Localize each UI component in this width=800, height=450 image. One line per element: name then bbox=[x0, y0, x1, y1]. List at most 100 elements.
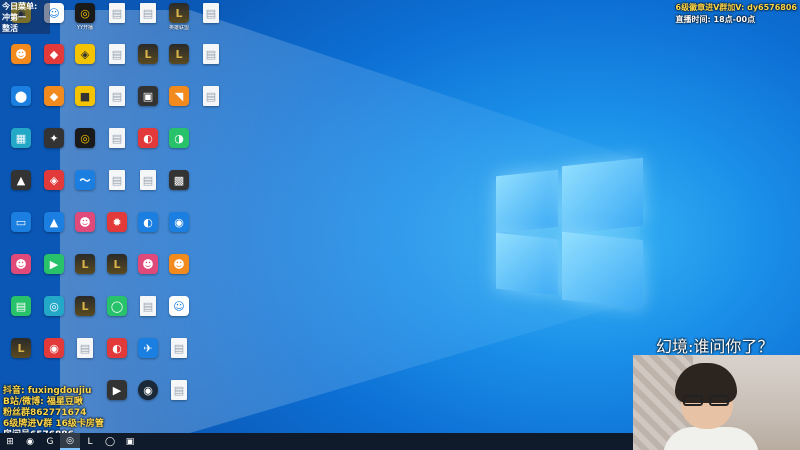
app-icon: ▤ bbox=[203, 3, 219, 23]
desktop-icon[interactable]: L bbox=[101, 254, 133, 292]
app-icon: ⬤ bbox=[11, 86, 31, 106]
glasses-icon bbox=[683, 395, 731, 407]
taskbar-app-orange[interactable]: ▣ bbox=[120, 433, 140, 450]
desktop-icon[interactable]: ▤ bbox=[132, 296, 164, 334]
desktop-icon[interactable]: ▶ bbox=[38, 254, 70, 292]
overlay-line: 抖音: fuxingdoujiu bbox=[3, 386, 92, 396]
desktop-icon[interactable]: ⬤ bbox=[5, 86, 37, 124]
desktop-icon[interactable]: ◐ bbox=[132, 128, 164, 166]
app-icon: ◆ bbox=[44, 86, 64, 106]
overlay-line: 6级徽章进V群加V: dy6576806 bbox=[675, 3, 797, 12]
app-icon: ▤ bbox=[203, 44, 219, 64]
app-icon: ☻ bbox=[138, 254, 158, 274]
streamer-body bbox=[663, 427, 759, 450]
app-icon: ◑ bbox=[169, 128, 189, 148]
desktop-icon[interactable]: ◎ bbox=[69, 128, 101, 166]
windows-logo-pane bbox=[496, 169, 558, 234]
app-icon: ▤ bbox=[140, 296, 156, 316]
windows-logo bbox=[496, 157, 643, 309]
taskbar-app-obs[interactable]: ◎ bbox=[60, 433, 80, 450]
start-button[interactable]: ⊞ bbox=[0, 433, 20, 450]
desktop-icon[interactable]: L bbox=[69, 254, 101, 292]
desktop-icon[interactable]: L bbox=[5, 338, 37, 376]
app-icon: ◎ bbox=[75, 128, 95, 148]
desktop-icon-label: 英雄联盟 bbox=[168, 25, 189, 31]
desktop-icon[interactable]: ◐ bbox=[132, 212, 164, 250]
desktop-icon[interactable]: ▤ bbox=[163, 380, 195, 418]
taskbar-app-lol[interactable]: L bbox=[80, 433, 100, 450]
desktop-icon[interactable]: ▩ bbox=[163, 170, 195, 208]
desktop-icon[interactable]: ◈ bbox=[38, 170, 70, 208]
desktop-icon[interactable]: ✈ bbox=[132, 338, 164, 376]
app-icon: ▣ bbox=[138, 86, 158, 106]
desktop-icon[interactable]: ▤ bbox=[195, 3, 227, 41]
desktop-icon[interactable]: ▤ bbox=[163, 338, 195, 376]
desktop-icon[interactable]: ☻ bbox=[163, 254, 195, 292]
desktop-icon[interactable]: ▭ bbox=[5, 212, 37, 250]
app-icon: ◉ bbox=[138, 380, 158, 400]
desktop-icon[interactable]: ▤ bbox=[101, 3, 133, 41]
windows-logo-pane bbox=[562, 157, 643, 235]
desktop-icon[interactable]: ✹ bbox=[101, 212, 133, 250]
desktop-icon[interactable]: 〜 bbox=[69, 170, 101, 208]
desktop-icon[interactable]: ◎ YY开播 bbox=[69, 3, 101, 41]
desktop-icon[interactable]: ◐ bbox=[101, 338, 133, 376]
app-icon: ■ bbox=[75, 86, 95, 106]
desktop-icon[interactable]: ▤ bbox=[5, 296, 37, 334]
desktop-icon[interactable]: ☻ bbox=[5, 254, 37, 292]
app-icon: ◎ bbox=[44, 296, 64, 316]
desktop-icon[interactable]: ◈ bbox=[69, 44, 101, 82]
taskbar-app-chrome[interactable]: ◉ bbox=[20, 433, 40, 450]
app-icon: ▤ bbox=[109, 44, 125, 64]
overlay-line: 今日菜单: bbox=[2, 2, 38, 11]
desktop-icon[interactable]: ▤ bbox=[101, 44, 133, 82]
desktop-icon[interactable]: ☻ bbox=[69, 212, 101, 250]
desktop-icon[interactable]: ▦ bbox=[5, 128, 37, 166]
desktop-icon[interactable]: ◉ bbox=[132, 380, 164, 418]
app-icon: ☻ bbox=[75, 212, 95, 232]
desktop-icon[interactable]: ◉ bbox=[38, 338, 70, 376]
app-icon: L bbox=[138, 44, 158, 64]
desktop-icon[interactable]: ▣ bbox=[132, 86, 164, 124]
desktop-icon[interactable]: ☻ bbox=[132, 254, 164, 292]
desktop-icon[interactable]: L bbox=[163, 44, 195, 82]
desktop-icon[interactable]: ◆ bbox=[38, 44, 70, 82]
desktop-icon[interactable]: L bbox=[132, 44, 164, 82]
desktop-icon[interactable]: ▲ bbox=[38, 212, 70, 250]
desktop-icon[interactable]: L 英雄联盟 bbox=[163, 3, 195, 41]
desktop-icon[interactable]: ✦ bbox=[38, 128, 70, 166]
desktop-icon[interactable]: ▤ bbox=[195, 86, 227, 124]
desktop-icon[interactable]: ▲ bbox=[5, 170, 37, 208]
taskbar-app-g[interactable]: G bbox=[40, 433, 60, 450]
desktop-icon[interactable]: ◯ bbox=[101, 296, 133, 334]
desktop-icon[interactable]: ▤ bbox=[195, 44, 227, 82]
desktop-icon[interactable]: L bbox=[69, 296, 101, 334]
desktop-icon[interactable]: ◆ bbox=[38, 86, 70, 124]
taskbar-app-ring[interactable]: ◯ bbox=[100, 433, 120, 450]
app-icon: L bbox=[11, 338, 31, 358]
app-icon: ☺ bbox=[169, 296, 189, 316]
desktop-icon[interactable]: ▤ bbox=[69, 338, 101, 376]
desktop-icon[interactable]: ◉ bbox=[163, 212, 195, 250]
desktop-icon[interactable]: ▶ bbox=[101, 380, 133, 418]
app-icon: ▩ bbox=[169, 170, 189, 190]
app-icon: ▤ bbox=[109, 128, 125, 148]
windows-logo-pane bbox=[496, 232, 558, 296]
app-icon: ✈ bbox=[138, 338, 158, 358]
app-icon: ▲ bbox=[11, 170, 31, 190]
desktop-icon[interactable]: ▤ bbox=[132, 170, 164, 208]
desktop-icon[interactable]: ▤ bbox=[101, 170, 133, 208]
app-icon: ◥ bbox=[169, 86, 189, 106]
desktop-icon[interactable]: ◥ bbox=[163, 86, 195, 124]
desktop-icon[interactable]: ◎ bbox=[38, 296, 70, 334]
app-icon: ▤ bbox=[77, 338, 93, 358]
desktop-icon[interactable]: ▤ bbox=[101, 128, 133, 166]
desktop-icon[interactable]: ▤ bbox=[101, 86, 133, 124]
app-icon: ▭ bbox=[11, 212, 31, 232]
desktop-icon[interactable]: ▤ bbox=[132, 3, 164, 41]
desktop-icon[interactable]: ◑ bbox=[163, 128, 195, 166]
overlay-line: 冲第一 bbox=[2, 13, 26, 22]
desktop-icon[interactable]: ☺ bbox=[163, 296, 195, 334]
desktop-icon[interactable]: ■ bbox=[69, 86, 101, 124]
desktop-icon[interactable]: ☻ bbox=[5, 44, 37, 82]
